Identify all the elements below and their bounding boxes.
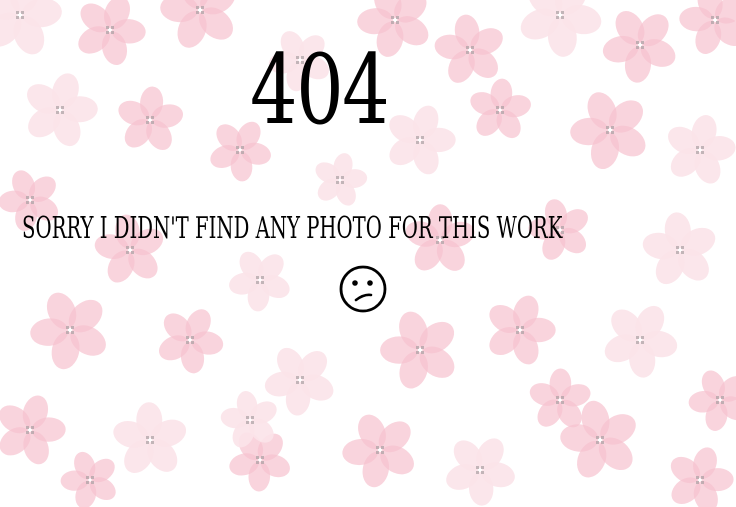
error-message: SORRY I DIDN'T FIND ANY PHOTO FOR THIS W… (22, 211, 563, 246)
blossom (229, 251, 290, 312)
blossom (470, 78, 531, 139)
blossom (118, 86, 184, 151)
blossom (315, 153, 368, 206)
error-code: 404 (250, 34, 390, 146)
blossom (520, 0, 602, 57)
blossom (0, 395, 66, 465)
blossom (668, 115, 736, 184)
blossom (570, 92, 646, 170)
blossom (670, 447, 734, 507)
blossom (446, 438, 515, 506)
blossom (434, 14, 503, 83)
blossom (380, 311, 455, 389)
blossom (679, 0, 736, 54)
blossom (688, 370, 736, 431)
blossom (78, 0, 146, 65)
blossom (60, 451, 116, 507)
blossom (0, 0, 62, 55)
blossom (113, 402, 187, 473)
blossom (642, 212, 716, 285)
blossom (602, 11, 676, 83)
blossom (160, 0, 236, 48)
blossom (158, 309, 224, 374)
blossom (30, 292, 106, 370)
blossom (342, 414, 414, 488)
blossom (604, 305, 678, 378)
blossom (389, 105, 456, 175)
blossom (26, 73, 98, 147)
confused-face-icon (339, 265, 387, 313)
blossom (489, 295, 556, 365)
